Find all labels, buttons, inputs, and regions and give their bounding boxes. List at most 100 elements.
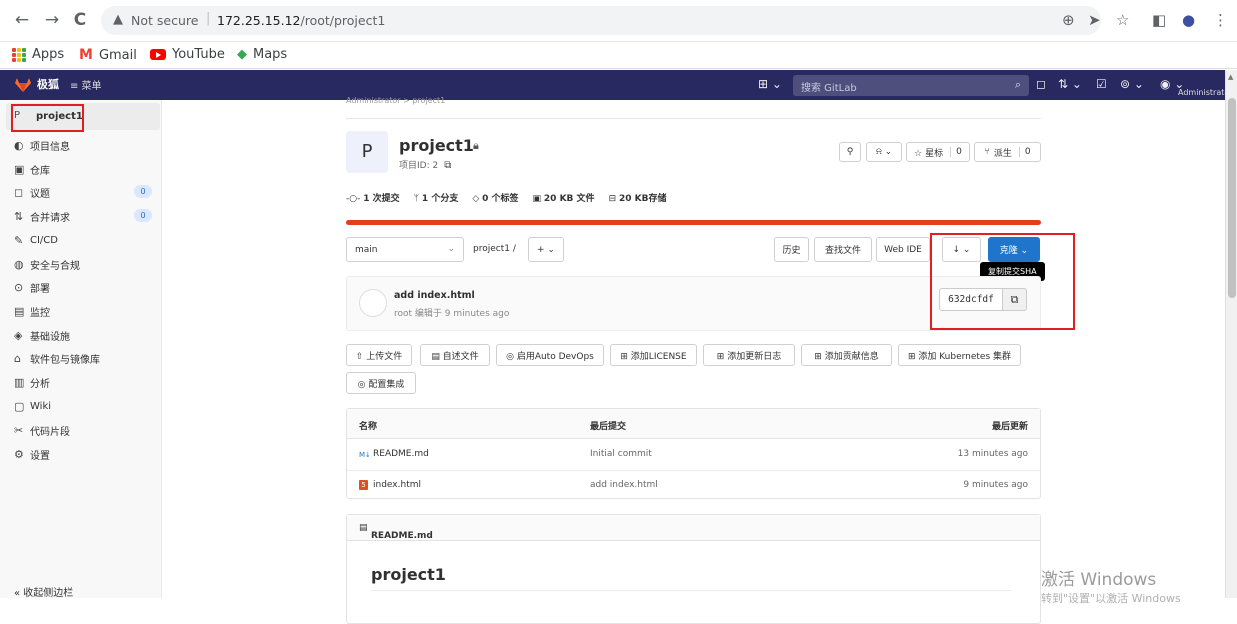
add-readme-button[interactable]: ▤ 自述文件 [420,344,490,366]
bookmark-apps[interactable]: Apps [12,47,64,62]
merge-requests-count-badge: 0 [134,209,152,222]
profile-icon[interactable]: ● [1182,10,1195,30]
forward-button[interactable]: → [42,10,62,30]
gitlab-brand[interactable]: 极狐 [37,76,59,92]
add-file-dropdown[interactable]: + ⌄ [528,237,564,262]
sidebar-item-issues[interactable]: ◻ 议题 0 [14,182,154,202]
commits-stat[interactable]: -○- 1 次提交 [346,191,400,204]
tag-icon: ◇ [472,194,480,204]
storage-stat[interactable]: ⊟ 20 KB存储 [609,191,667,204]
commit-author-avatar[interactable] [359,289,387,317]
add-changelog-button[interactable]: ⊞ 添加更新日志 [703,344,795,366]
gitlab-search-input[interactable]: 搜索 GitLab ⌕ [793,75,1029,96]
sidebar-item-infrastructure[interactable]: ◈ 基础设施 [14,325,154,345]
find-file-button[interactable]: 查找文件 [814,237,872,262]
table-row[interactable]: M↓ README.md Initial commit 13 minutes a… [347,440,1040,470]
breadcrumb[interactable]: Administrator > project1 [346,96,445,105]
branches-stat[interactable]: ᛘ 1 个分支 [414,191,459,204]
add-license-button[interactable]: ⊞ 添加LICENSE [610,344,697,366]
todos-icon[interactable]: ☑ [1096,77,1107,91]
star-count: 0 [950,147,962,157]
file-commit-link[interactable]: Initial commit [590,449,652,459]
sidebar-item-wiki[interactable]: ▢ Wiki [14,396,154,416]
header-name: 名称 [359,422,378,432]
fork-icon: ⑂ [984,147,990,157]
sidebar-item-snippets[interactable]: ✂ 代码片段 [14,420,154,440]
bookmark-maps[interactable]: ◆ Maps [237,47,287,62]
table-header: 名称 最后提交 最后更新 [347,409,1040,439]
configure-integrations-button[interactable]: ◎ 配置集成 [346,372,416,394]
bookmark-gmail[interactable]: M Gmail [79,47,137,63]
zoom-icon[interactable]: ⊕ [1062,10,1075,30]
fork-button[interactable]: ⑂ 派生 0 [974,142,1041,162]
security-label: Not secure [131,13,199,28]
new-item-icon[interactable]: ⊞ ⌄ [758,77,782,91]
url-text[interactable]: 172.25.15.12/root/project1 [217,13,385,28]
settings-icon: ⚲ [846,147,854,157]
reload-button[interactable]: C [70,10,90,30]
scroll-up-icon[interactable]: ▲ [1228,73,1233,81]
lock-icon: 🔒︎ [473,139,479,152]
sidebar-item-analytics[interactable]: ▥ 分析 [14,372,154,392]
repo-path[interactable]: project1 / [473,244,516,254]
sidebar-item-monitor[interactable]: ▤ 监控 [14,301,154,321]
page-title: project1 [399,136,474,155]
star-icon[interactable]: ☆ [1116,10,1129,30]
sidebar-item-security[interactable]: ◍ 安全与合规 [14,254,154,274]
star-button[interactable]: ☆ 星标 0 [906,142,970,162]
add-kubernetes-cluster-button[interactable]: ⊞ 添加 Kubernetes 集群 [898,344,1021,366]
repository-icon: ▣ [14,162,25,176]
back-button[interactable]: ← [12,10,32,30]
readme-heading: project1 [371,565,446,584]
file-name-link[interactable]: index.html [373,480,421,490]
address-bar[interactable]: ▲ Not secure | 172.25.15.12/root/project… [101,6,1101,35]
tags-stat[interactable]: ◇ 0 个标签 [472,191,518,204]
enable-auto-devops-button[interactable]: ◎ 启用Auto DevOps [496,344,604,366]
sidebar-item-settings[interactable]: ⚙ 设置 [14,444,154,464]
youtube-icon [150,49,166,60]
language-bar [346,220,1041,225]
kebab-menu-icon[interactable]: ⋮ [1213,10,1228,30]
package-icon: ⌂ [14,351,21,365]
send-icon[interactable]: ➤ [1088,10,1101,30]
header-last-commit: 最后提交 [590,422,627,432]
add-contributing-button[interactable]: ⊞ 添加贡献信息 [801,344,892,366]
sidebar-item-cicd[interactable]: ✎ CI/CD [14,230,154,250]
chevron-down-icon: ⌄ [447,244,455,254]
notifications-button[interactable]: ⍾ ⌄ [866,142,902,162]
page-scrollbar[interactable]: ▲ [1225,70,1237,598]
commit-meta: root 编辑于 9 minutes ago [394,309,510,319]
file-updated: 13 minutes ago [957,449,1028,459]
main-menu-button[interactable]: ≡ 菜单 [70,77,102,92]
merge-requests-icon[interactable]: ⇅ ⌄ [1058,77,1082,91]
branch-selector[interactable]: main ⌄ [346,237,464,262]
notification-settings-button[interactable]: ⚲ [839,142,861,162]
sidebar-item-repository[interactable]: ▣ 仓库 [14,159,154,179]
readme-filename[interactable]: ▤ README.md [359,523,433,541]
copy-id-icon[interactable]: ⧉ [444,160,451,171]
sidebar-item-deployments[interactable]: ⊙ 部署 [14,277,154,297]
commit-title-link[interactable]: add index.html [394,290,475,301]
sidebar-item-merge-requests[interactable]: ⇅ 合并请求 0 [14,206,154,226]
sidepanel-icon[interactable]: ◧ [1152,10,1166,30]
gitlab-logo-icon[interactable] [14,77,32,93]
bell-icon: ⍾ ⌄ [875,147,893,157]
sidebar-item-packages[interactable]: ⌂ 软件包与镜像库 [14,348,154,368]
issues-icon[interactable]: ◻ [1036,77,1046,91]
web-ide-button[interactable]: Web IDE [876,237,930,262]
files-stat[interactable]: ▣ 20 KB 文件 [533,191,595,204]
bookmark-youtube[interactable]: YouTube [150,47,225,62]
header-last-update: 最后更新 [991,422,1028,432]
bookmarks-bar: Apps M Gmail YouTube ◆ Maps [0,42,1237,69]
table-row[interactable]: 5 index.html add index.html 9 minutes ag… [347,470,1040,500]
collapse-sidebar-button[interactable]: « 收起侧边栏 [14,584,73,599]
sidebar-item-project-info[interactable]: ◐ 项目信息 [14,135,154,155]
deployments-icon: ⊙ [14,280,24,294]
history-button[interactable]: 历史 [774,237,809,262]
help-icon[interactable]: ⊚ ⌄ [1120,77,1144,91]
file-name-link[interactable]: README.md [373,449,429,459]
file-commit-link[interactable]: add index.html [590,480,658,490]
scrollbar-thumb[interactable] [1228,98,1236,298]
upload-file-button[interactable]: ⇧ 上传文件 [346,344,412,366]
commit-icon: -○- [346,194,361,204]
